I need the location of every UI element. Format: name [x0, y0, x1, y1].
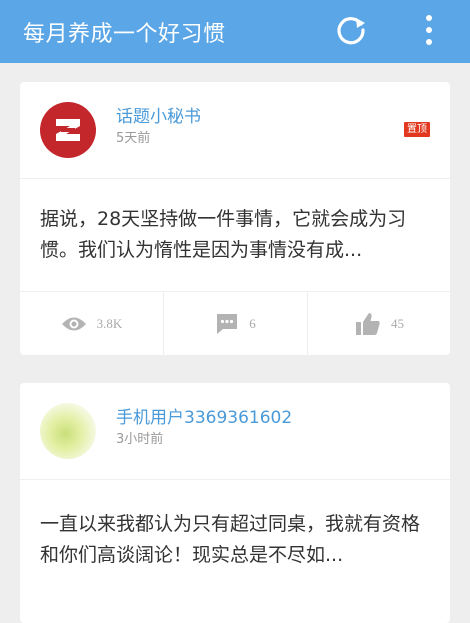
views-count: 3.8K	[96, 315, 123, 331]
post-actions: 3.8K 6 45	[20, 292, 450, 355]
views-button[interactable]: 3.8K	[20, 292, 163, 355]
avatar[interactable]	[40, 403, 96, 459]
post-card[interactable]: 话题小秘书 5天前 置顶 据说，28天坚持做一件事情，它就会成为习惯。我们认为惰…	[20, 82, 450, 355]
likes-count: 45	[391, 315, 404, 331]
divider	[20, 479, 450, 480]
eye-icon	[61, 317, 86, 330]
comment-button[interactable]: 6	[163, 292, 307, 355]
pinned-badge: 置顶	[404, 122, 430, 137]
more-options-icon[interactable]	[415, 12, 443, 48]
post-time: 5天前	[116, 131, 151, 146]
divider	[20, 178, 450, 179]
like-button[interactable]: 45	[307, 292, 450, 355]
post-content[interactable]: 一直以来我都认为只有超过同桌，我就有资格和你们高谈阔论！现实总是不尽如...	[40, 509, 435, 571]
author-name[interactable]: 手机用户3369361602	[116, 403, 292, 428]
thumbs-up-icon	[356, 312, 380, 335]
avatar[interactable]	[40, 102, 96, 158]
topic-logo-icon	[56, 119, 80, 141]
app-header: 每月养成一个好习惯	[0, 0, 470, 63]
post-content[interactable]: 据说，28天坚持做一件事情，它就会成为习惯。我们认为惰性是因为事情没有成...	[40, 204, 435, 266]
refresh-icon[interactable]	[334, 13, 368, 47]
post-time: 3小时前	[116, 432, 164, 447]
author-name[interactable]: 话题小秘书	[116, 102, 201, 127]
comment-icon	[217, 313, 238, 334]
post-card[interactable]: 手机用户3369361602 3小时前 一直以来我都认为只有超过同桌，我就有资格…	[20, 383, 450, 623]
page-title: 每月养成一个好习惯	[23, 22, 226, 47]
comments-count: 6	[249, 315, 256, 331]
